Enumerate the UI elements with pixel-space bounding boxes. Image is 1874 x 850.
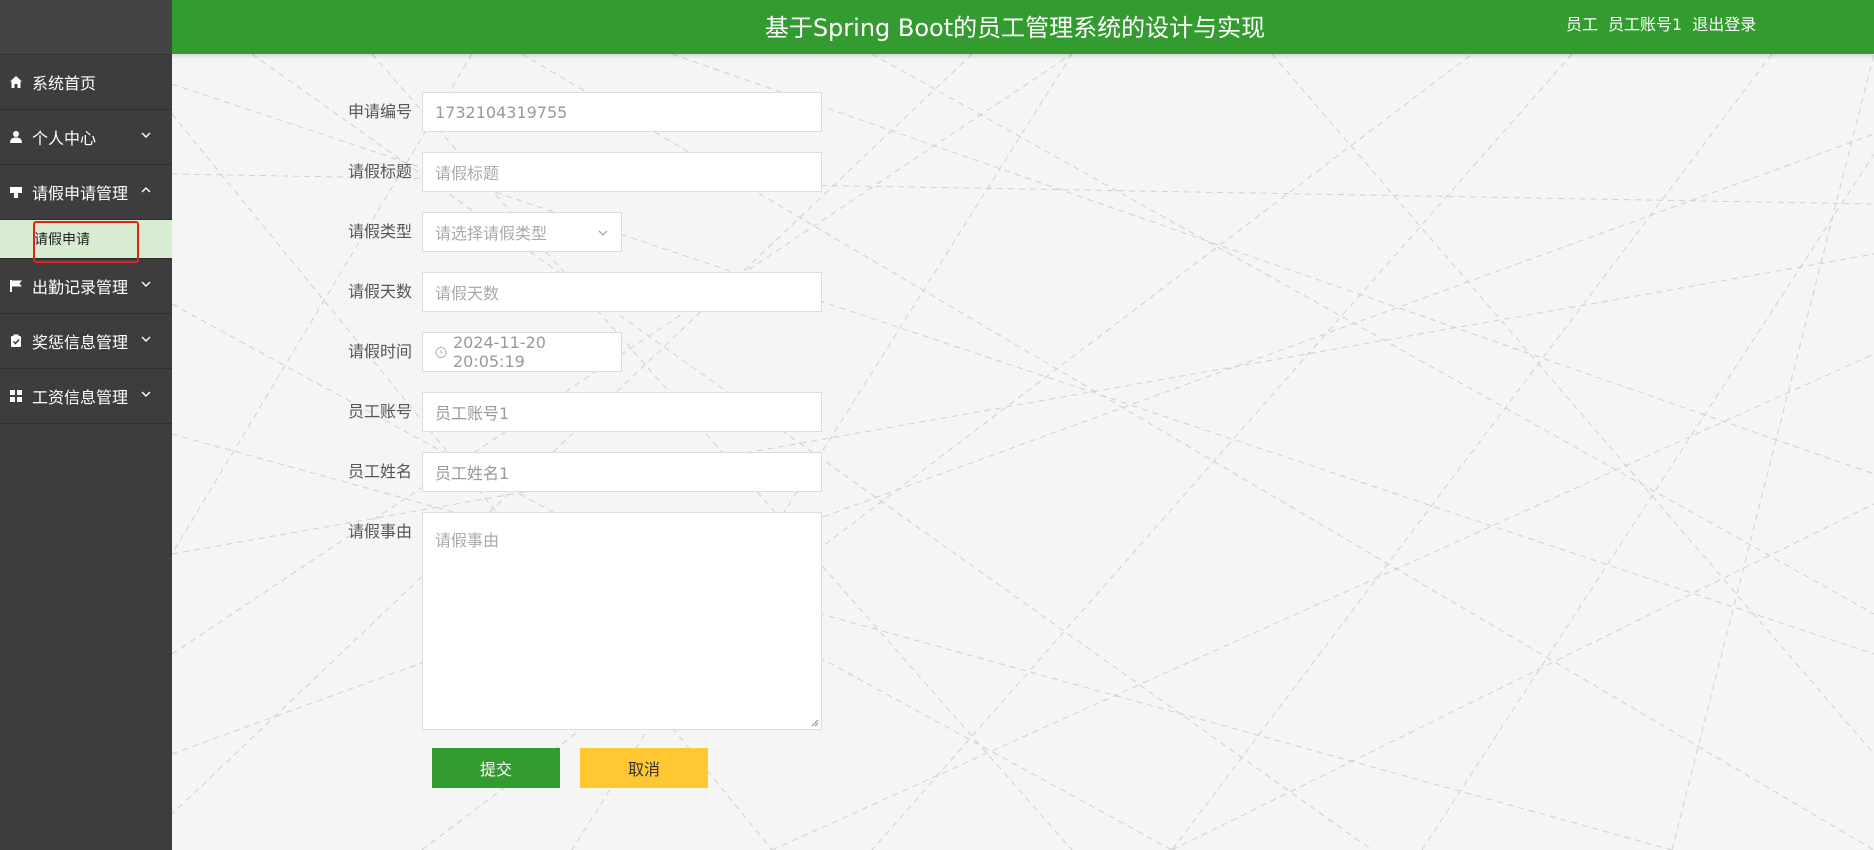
- field-label: 请假标题: [347, 162, 412, 181]
- leave-type-select[interactable]: 请选择请假类型: [422, 212, 622, 252]
- resize-handle-icon[interactable]: [810, 718, 819, 727]
- sidebar-item-label: 系统首页: [32, 74, 97, 93]
- employee-account-input[interactable]: 员工账号1: [422, 392, 822, 432]
- form-row-leave-reason: 请假事由 请假事由: [340, 512, 822, 730]
- user-role: 员工: [1566, 15, 1599, 34]
- sidebar-item-home[interactable]: 系统首页: [0, 55, 172, 110]
- field-label: 申请编号: [347, 102, 412, 121]
- logout-link[interactable]: 退出登录: [1692, 15, 1756, 34]
- chevron-down-icon: [598, 230, 608, 236]
- sidebar-item-attendance[interactable]: 出勤记录管理: [0, 259, 172, 314]
- employee-name-input[interactable]: 员工姓名1: [422, 452, 822, 492]
- leave-icon: [8, 184, 24, 200]
- sidebar-top: [0, 0, 172, 55]
- leave-title-placeholder: 请假标题: [435, 164, 500, 183]
- chevron-down-icon: [141, 281, 151, 287]
- form-row-leave-title: 请假标题 请假标题: [340, 152, 822, 192]
- employee-account-value: 员工账号1: [435, 404, 510, 423]
- form-row-employee-account: 员工账号 员工账号1: [340, 392, 822, 432]
- username: 员工账号1: [1608, 15, 1683, 34]
- leave-application-form: 申请编号 1732104319755 请假标题 请假标题 请假类型 请选择请假类…: [340, 92, 822, 788]
- employee-name-value: 员工姓名1: [435, 464, 510, 483]
- leave-days-input[interactable]: 请假天数: [422, 272, 822, 312]
- application-no-input[interactable]: 1732104319755: [422, 92, 822, 132]
- flag-icon: [8, 278, 24, 294]
- leave-days-placeholder: 请假天数: [435, 284, 500, 303]
- background-line: [1671, 54, 1874, 850]
- form-row-leave-days: 请假天数 请假天数: [340, 272, 822, 312]
- background-line: [1171, 503, 1874, 850]
- sidebar-item-personal[interactable]: 个人中心: [0, 110, 172, 165]
- user-area: 员工 员工账号1 退出登录: [1566, 11, 1766, 35]
- field-label: 员工姓名: [347, 462, 412, 481]
- chevron-up-icon: [141, 187, 151, 193]
- field-label: 请假类型: [347, 222, 412, 241]
- sidebar-item-leave[interactable]: 请假申请管理: [0, 165, 172, 220]
- clock-icon: [435, 346, 447, 358]
- leave-reason-placeholder: 请假事由: [435, 531, 500, 550]
- header-bar: 基于Spring Boot的员工管理系统的设计与实现 员工 员工账号1 退出登录: [172, 0, 1874, 54]
- chevron-down-icon: [141, 391, 151, 397]
- user-icon: [8, 129, 24, 145]
- sidebar-item-salary[interactable]: 工资信息管理: [0, 369, 172, 424]
- sidebar-subitem-leave-apply[interactable]: 请假申请: [0, 220, 172, 263]
- field-label: 请假事由: [347, 522, 412, 541]
- background-line: [871, 54, 1573, 850]
- leave-time-value: 2024-11-20 20:05:19: [452, 333, 546, 371]
- background-line: [1421, 153, 1874, 850]
- grid-icon: [8, 388, 24, 404]
- form-row-leave-time: 请假时间 2024-11-20 20:05:19: [340, 332, 822, 372]
- submit-button[interactable]: 提交: [432, 748, 560, 788]
- leave-time-picker[interactable]: 2024-11-20 20:05:19: [422, 332, 622, 372]
- leave-type-placeholder: 请选择请假类型: [435, 224, 548, 243]
- background-line: [671, 54, 1874, 475]
- chevron-down-icon: [141, 336, 151, 342]
- chevron-down-icon: [141, 132, 151, 138]
- cancel-button[interactable]: 取消: [580, 748, 708, 788]
- highlight-box: [33, 221, 139, 263]
- clipboard-icon: [8, 333, 24, 349]
- application-no-value: 1732104319755: [435, 102, 568, 122]
- sidebar-item-rewards[interactable]: 奖惩信息管理: [0, 314, 172, 369]
- leave-title-input[interactable]: 请假标题: [422, 152, 822, 192]
- field-label: 请假天数: [347, 282, 412, 301]
- background-line: [1271, 54, 1874, 755]
- form-row-leave-type: 请假类型 请选择请假类型: [340, 212, 822, 252]
- sidebar: 系统首页 个人中心 请假申请管理 请假申请 出勤记录管理 奖惩信息管理 工资信息…: [0, 0, 172, 850]
- home-icon: [8, 74, 24, 90]
- leave-reason-textarea[interactable]: 请假事由: [422, 512, 822, 730]
- background-line: [1171, 54, 1773, 850]
- field-label: 员工账号: [347, 402, 412, 421]
- form-row-employee-name: 员工姓名 员工姓名1: [340, 452, 822, 492]
- form-row-application-no: 申请编号 1732104319755: [340, 92, 822, 132]
- background-line: [871, 54, 1874, 615]
- field-label: 请假时间: [347, 342, 412, 361]
- form-actions: 提交 取消: [432, 748, 822, 788]
